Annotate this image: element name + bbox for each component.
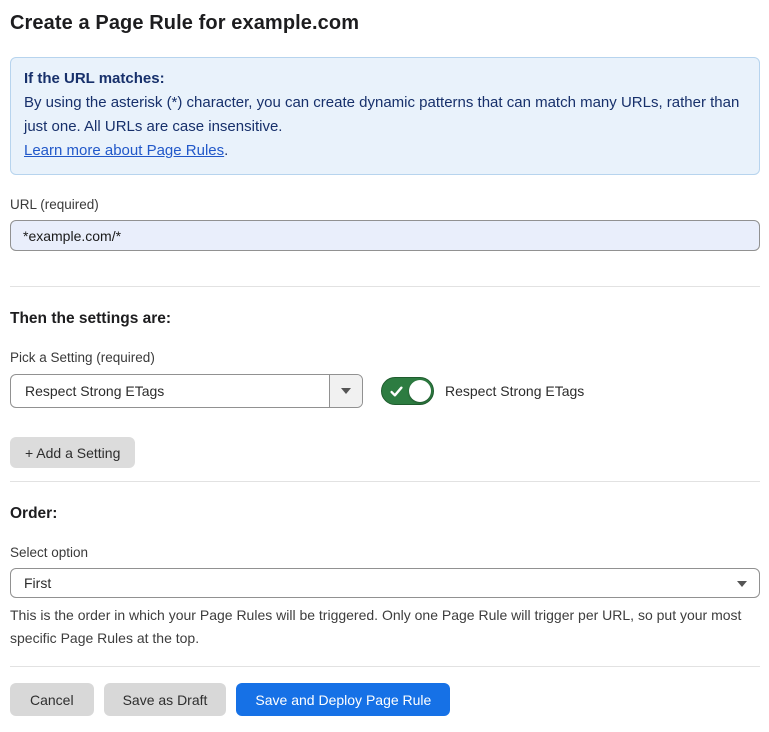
setting-select-value: Respect Strong ETags xyxy=(11,375,329,407)
section-divider xyxy=(10,481,760,482)
section-divider xyxy=(10,286,760,287)
add-setting-button[interactable]: + Add a Setting xyxy=(10,437,135,468)
chevron-down-icon xyxy=(341,388,351,394)
footer-actions: Cancel Save as Draft Save and Deploy Pag… xyxy=(10,683,760,732)
page-title: Create a Page Rule for example.com xyxy=(10,11,760,35)
order-select-value: First xyxy=(24,575,51,591)
url-match-info-box: If the URL matches: By using the asteris… xyxy=(10,57,760,175)
pick-setting-label: Pick a Setting (required) xyxy=(10,349,760,366)
order-select[interactable]: First xyxy=(10,568,760,598)
toggle-knob xyxy=(409,380,431,402)
learn-more-link[interactable]: Learn more about Page Rules xyxy=(24,142,224,159)
setting-select-arrow[interactable] xyxy=(329,375,362,407)
order-help-text: This is the order in which your Page Rul… xyxy=(10,604,755,650)
info-box-body: By using the asterisk (*) character, you… xyxy=(24,91,746,163)
order-select-label: Select option xyxy=(10,544,760,561)
toggle-label: Respect Strong ETags xyxy=(445,383,584,399)
check-icon xyxy=(390,385,403,398)
cancel-button[interactable]: Cancel xyxy=(10,683,94,716)
url-input[interactable] xyxy=(10,220,760,251)
save-and-deploy-button[interactable]: Save and Deploy Page Rule xyxy=(236,683,450,716)
chevron-down-icon xyxy=(737,581,747,587)
setting-select[interactable]: Respect Strong ETags xyxy=(10,374,363,408)
footer-divider xyxy=(10,666,760,667)
page-rule-form: Create a Page Rule for example.com If th… xyxy=(0,0,769,732)
order-section-heading: Order: xyxy=(10,504,760,523)
save-as-draft-button[interactable]: Save as Draft xyxy=(104,683,227,716)
info-box-body-text: By using the asterisk (*) character, you… xyxy=(24,94,739,135)
url-field-label: URL (required) xyxy=(10,196,760,213)
settings-section-heading: Then the settings are: xyxy=(10,309,760,328)
link-period: . xyxy=(224,142,228,159)
setting-toggle[interactable] xyxy=(381,377,434,405)
setting-row: Respect Strong ETags Respect Strong ETag… xyxy=(10,374,760,408)
info-box-heading: If the URL matches: xyxy=(24,67,746,91)
